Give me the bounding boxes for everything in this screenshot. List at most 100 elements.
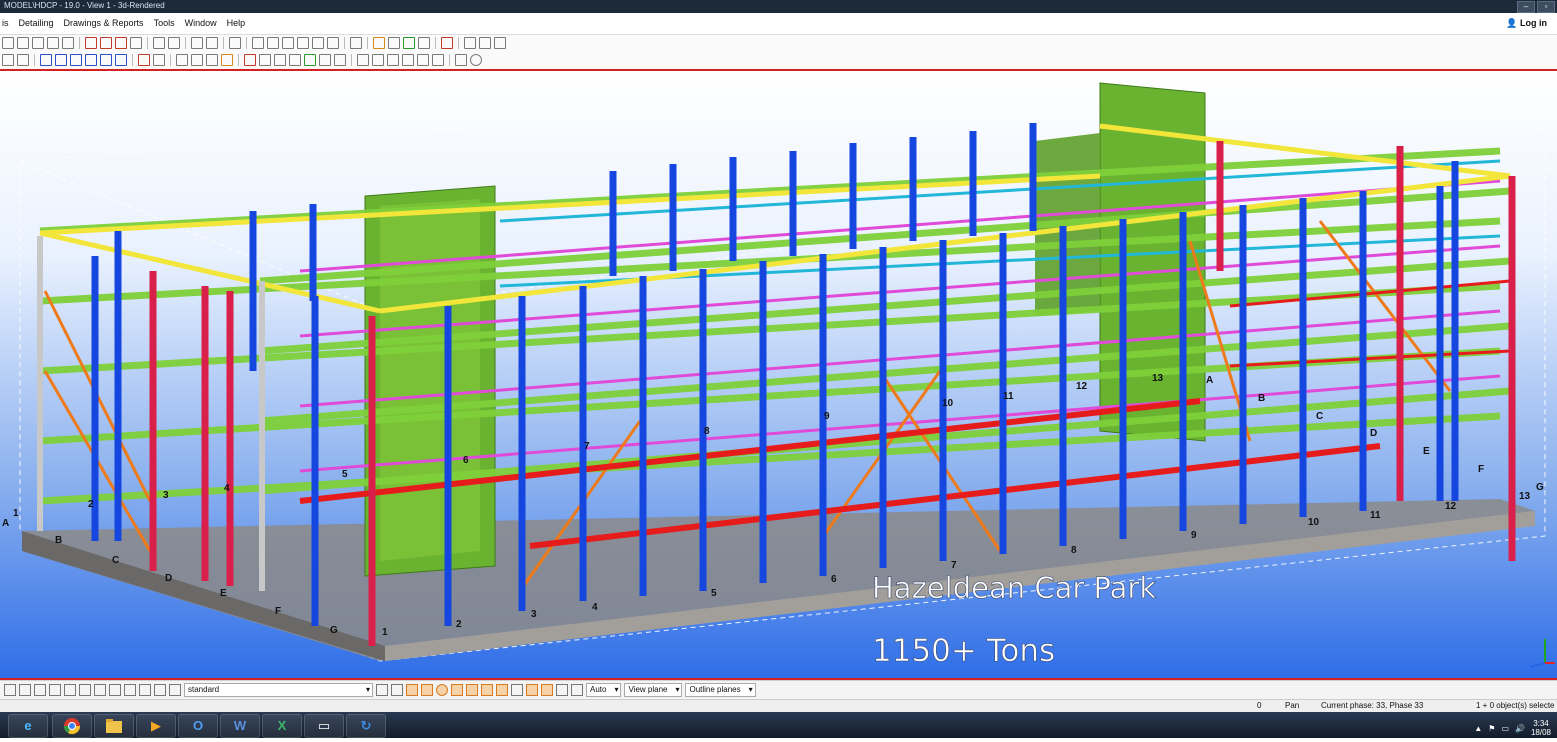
internet-explorer-icon[interactable]: e bbox=[8, 714, 48, 738]
excel-icon[interactable]: X bbox=[262, 714, 302, 738]
snap-ref-lines-icon[interactable] bbox=[406, 684, 418, 696]
undo-icon[interactable] bbox=[153, 37, 165, 49]
move-special-icon[interactable] bbox=[388, 37, 400, 49]
select-grid-icon[interactable] bbox=[64, 684, 76, 696]
filter-icon[interactable] bbox=[206, 37, 218, 49]
catalog-icon[interactable] bbox=[130, 37, 142, 49]
rotate-icon[interactable] bbox=[282, 37, 294, 49]
login-link[interactable]: 👤 Log in bbox=[1506, 18, 1547, 29]
model-view-3d[interactable]: A B C D E F G 1 2 3 4 5 6 7 8 9 10 11 12… bbox=[0, 71, 1557, 678]
snap-nearest-icon[interactable] bbox=[481, 684, 493, 696]
menu-item-detailing[interactable]: Detailing bbox=[19, 18, 54, 28]
fitting-icon[interactable] bbox=[244, 54, 256, 66]
flag-icon[interactable] bbox=[327, 37, 339, 49]
grid-icon[interactable] bbox=[2, 54, 14, 66]
report-icon[interactable] bbox=[100, 37, 112, 49]
snap-center-icon[interactable] bbox=[470, 54, 482, 66]
snap-line-icon[interactable] bbox=[357, 54, 369, 66]
snap-end-icon[interactable] bbox=[387, 54, 399, 66]
cut-icon[interactable] bbox=[47, 37, 59, 49]
snap-settings-icon[interactable] bbox=[556, 684, 568, 696]
help-icon[interactable] bbox=[229, 37, 241, 49]
numbering-icon[interactable] bbox=[115, 37, 127, 49]
select-cuts-icon[interactable] bbox=[94, 684, 106, 696]
folder-icon[interactable] bbox=[479, 37, 491, 49]
pointer-icon[interactable] bbox=[391, 684, 403, 696]
snap-depth-dropdown[interactable]: Auto bbox=[586, 683, 622, 697]
flag-icon[interactable]: ⚑ bbox=[1488, 724, 1495, 733]
polygon-cut-icon[interactable] bbox=[289, 54, 301, 66]
file-explorer-icon[interactable] bbox=[94, 714, 134, 738]
split-icon[interactable] bbox=[319, 54, 331, 66]
open-model-icon[interactable] bbox=[17, 37, 29, 49]
select-parts-icon[interactable] bbox=[19, 684, 31, 696]
media-player-icon[interactable]: ▶ bbox=[136, 714, 176, 738]
outline-planes-dropdown[interactable]: Outline planes bbox=[685, 683, 756, 697]
snap-extension-line-icon[interactable] bbox=[541, 684, 553, 696]
select-points-icon[interactable] bbox=[49, 684, 61, 696]
part-cut-icon[interactable] bbox=[221, 54, 233, 66]
filter-settings-icon[interactable] bbox=[376, 684, 388, 696]
copy-special-icon[interactable] bbox=[373, 37, 385, 49]
contour-plate-icon[interactable] bbox=[115, 54, 127, 66]
menu-item-analysis[interactable]: is bbox=[2, 18, 9, 28]
snap-intersect-icon[interactable] bbox=[402, 54, 414, 66]
mirror-icon[interactable] bbox=[297, 37, 309, 49]
twin-profile-icon[interactable] bbox=[100, 54, 112, 66]
tray-expand-icon[interactable]: ▲ bbox=[1474, 724, 1482, 733]
phase-manager-icon[interactable] bbox=[441, 37, 453, 49]
minimize-button[interactable]: – bbox=[1517, 1, 1535, 13]
bolt-icon[interactable] bbox=[138, 54, 150, 66]
snap-free-icon[interactable] bbox=[455, 54, 467, 66]
beam-icon[interactable] bbox=[55, 54, 67, 66]
select-surface-icon[interactable] bbox=[34, 684, 46, 696]
menu-item-drawings-reports[interactable]: Drawings & Reports bbox=[64, 18, 144, 28]
dimension-icon[interactable] bbox=[267, 37, 279, 49]
snap-midpoint-icon[interactable] bbox=[372, 54, 384, 66]
drawing-list-icon[interactable] bbox=[85, 37, 97, 49]
maximize-button[interactable]: ▫ bbox=[1537, 1, 1555, 13]
clash-check-icon[interactable] bbox=[403, 37, 415, 49]
measure-icon[interactable] bbox=[350, 37, 362, 49]
snap-check-icon[interactable] bbox=[511, 684, 523, 696]
menu-item-tools[interactable]: Tools bbox=[154, 18, 175, 28]
select-reinforcement-icon[interactable] bbox=[139, 684, 151, 696]
arc-icon[interactable] bbox=[312, 37, 324, 49]
tekla-icon[interactable]: ↻ bbox=[346, 714, 386, 738]
new-model-icon[interactable] bbox=[2, 37, 14, 49]
select-components-icon[interactable] bbox=[154, 684, 166, 696]
inquire-icon[interactable] bbox=[418, 37, 430, 49]
assembly-icon[interactable] bbox=[206, 54, 218, 66]
snap-extension-icon[interactable] bbox=[432, 54, 444, 66]
organizer-icon[interactable] bbox=[494, 37, 506, 49]
snap-end-points-icon[interactable] bbox=[451, 684, 463, 696]
column-icon[interactable] bbox=[40, 54, 52, 66]
snap-intersections-icon[interactable] bbox=[496, 684, 508, 696]
combine-icon[interactable] bbox=[334, 54, 346, 66]
network-icon[interactable]: ▭ bbox=[1501, 724, 1509, 733]
snap-perpendicular-icon[interactable] bbox=[417, 54, 429, 66]
save-icon[interactable] bbox=[32, 37, 44, 49]
clock[interactable]: 3:34 18/08 bbox=[1531, 719, 1551, 737]
volume-icon[interactable]: 🔊 bbox=[1515, 724, 1525, 733]
merge-icon[interactable] bbox=[304, 54, 316, 66]
select-bolts-icon[interactable] bbox=[124, 684, 136, 696]
outlook-icon[interactable]: O bbox=[178, 714, 218, 738]
snap-geometry-icon[interactable] bbox=[421, 684, 433, 696]
window-icon[interactable]: ▭ bbox=[304, 714, 344, 738]
word-icon[interactable]: W bbox=[220, 714, 260, 738]
snap-midpoints-icon[interactable] bbox=[466, 684, 478, 696]
snap-points-icon[interactable] bbox=[436, 684, 448, 696]
component-icon[interactable] bbox=[191, 54, 203, 66]
menu-item-window[interactable]: Window bbox=[185, 18, 217, 28]
chrome-icon[interactable] bbox=[52, 714, 92, 738]
select-welds-icon[interactable] bbox=[79, 684, 91, 696]
select-views-icon[interactable] bbox=[109, 684, 121, 696]
select-all-icon[interactable] bbox=[4, 684, 16, 696]
redo-icon[interactable] bbox=[168, 37, 180, 49]
point-icon[interactable] bbox=[17, 54, 29, 66]
snap-any-position-icon[interactable] bbox=[526, 684, 538, 696]
line-cut-icon[interactable] bbox=[274, 54, 286, 66]
align-icon[interactable] bbox=[252, 37, 264, 49]
weld-icon[interactable] bbox=[153, 54, 165, 66]
